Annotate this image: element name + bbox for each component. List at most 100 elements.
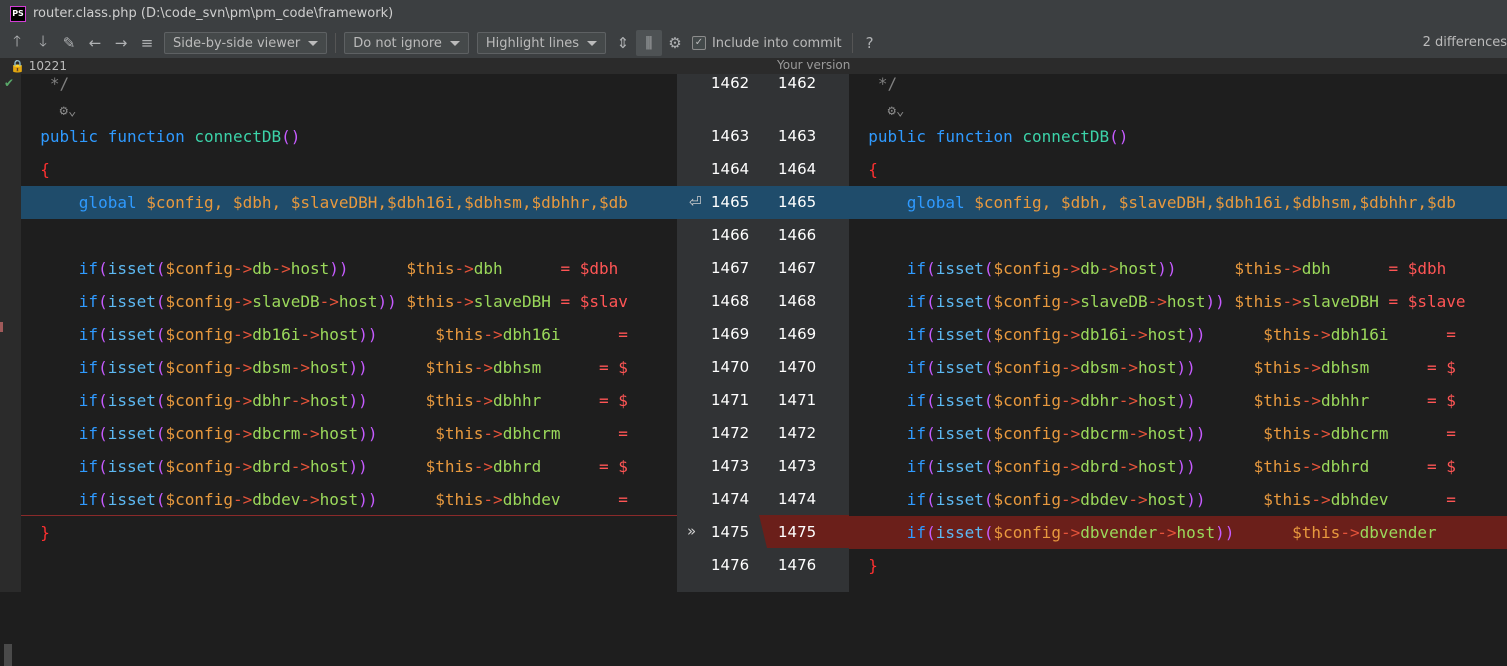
inspection-ok-icon: ✔ <box>4 76 15 90</box>
code-line-if: if(isset($config->db->host)) $this->dbh … <box>906 259 1447 278</box>
code-line: /** <box>21 582 677 592</box>
code-line-if: if(isset($config->dbhr->host)) $this->db… <box>78 391 628 410</box>
settings-gear-icon[interactable]: ⚙ <box>662 30 688 56</box>
keyword-public: public <box>40 127 99 146</box>
left-line-number: 1470 <box>711 358 750 376</box>
paren: () <box>281 127 301 146</box>
keyword-public: public <box>868 127 927 146</box>
code-vision-icon[interactable]: ⚙⌄ <box>888 103 905 119</box>
property-name: dbvender <box>1080 523 1158 542</box>
apply-change-icon[interactable]: ⏎ <box>689 186 702 219</box>
paren: () <box>1109 127 1129 146</box>
revision-number: 10221 <box>28 59 67 73</box>
right-line-number: 1468 <box>778 292 817 310</box>
lock-icon: 🔒 <box>10 59 25 73</box>
left-line-number: 1462 <box>711 74 750 92</box>
close-brace: } <box>40 523 50 542</box>
ignore-label: Do not ignore <box>353 35 442 51</box>
keyword-if: if <box>906 523 927 542</box>
right-line-number: 1469 <box>778 325 817 343</box>
phpstorm-logo-icon: PS <box>10 6 26 22</box>
code-line-if: if(isset($config->slaveDB->host)) $this-… <box>906 292 1466 311</box>
diff-toolbar: 🡑 🡓 ✎ ← → ≡ Side-by-side viewer Do not i… <box>0 28 1507 58</box>
left-line-number: 1465 <box>711 193 750 211</box>
code-line: public function connectDB() <box>849 120 1507 153</box>
left-line-number: 1473 <box>711 457 750 475</box>
right-line-number: 1472 <box>778 424 817 442</box>
next-difference-icon[interactable]: 🡓 <box>30 30 56 56</box>
list-menu-icon[interactable]: ≡ <box>134 30 160 56</box>
global-vars: $config, $dbh, $slaveDBH,$dbh16i,$dbhsm,… <box>974 193 1456 212</box>
revision-label: 🔒 10221 <box>10 58 67 74</box>
change-marker <box>0 322 3 332</box>
checkbox-checked-icon: ✓ <box>691 36 706 50</box>
code-line-if: if(isset($config->dbdev->host)) $this->d… <box>906 490 1456 509</box>
scrollbar-thumb[interactable] <box>4 644 12 666</box>
left-line-number: 1466 <box>711 226 750 244</box>
keyword-isset: isset <box>935 523 984 542</box>
diff-info-bar: 🔒 10221 Your version <box>0 58 1507 74</box>
highlight-mode-dropdown[interactable]: Highlight lines <box>476 32 606 54</box>
right-editor-pane[interactable]: */ ⚙⌄ public function connectDB() { glob… <box>849 74 1507 592</box>
apply-insert-icon[interactable]: » <box>687 515 696 548</box>
close-brace: } <box>868 556 878 575</box>
code-line-if: if(isset($config->db->host)) $this->dbh … <box>78 259 619 278</box>
code-line-changed: global $config, $dbh, $slaveDBH,$dbh16i,… <box>849 186 1507 219</box>
chevron-down-icon <box>308 40 319 46</box>
keyword-function: function <box>935 127 1013 146</box>
viewer-mode-dropdown[interactable]: Side-by-side viewer <box>164 32 328 54</box>
changed-connector <box>677 186 849 219</box>
change-connectors <box>677 186 849 548</box>
right-line-number: 1473 <box>778 457 817 475</box>
left-line-number: 1471 <box>711 391 750 409</box>
left-line-number: 1475 <box>711 523 750 541</box>
left-editor-pane[interactable]: */ ⚙⌄ public function connectDB() { glob… <box>21 74 677 592</box>
forward-arrow-icon[interactable]: → <box>108 30 134 56</box>
include-into-commit-checkbox[interactable]: ✓ Include into commit <box>691 35 842 51</box>
your-version-label: Your version <box>777 58 851 72</box>
left-line-number: 1472 <box>711 424 750 442</box>
code-line-if: if(isset($config->dbrd->host)) $this->db… <box>906 457 1456 476</box>
ignore-whitespace-dropdown[interactable]: Do not ignore <box>344 32 469 54</box>
right-line-number: 1471 <box>778 391 817 409</box>
keyword-global: global <box>78 193 137 212</box>
code-line-if: if(isset($config->dbcrm->host)) $this->d… <box>906 424 1456 443</box>
window-title: router.class.php (D:\code_svn\pm\pm_code… <box>33 6 394 21</box>
right-line-number: 1464 <box>778 160 817 178</box>
right-line-number: 1466 <box>778 226 817 244</box>
previous-difference-icon[interactable]: 🡑 <box>4 30 30 56</box>
right-line-number: 1470 <box>778 358 817 376</box>
target-property: dbvender <box>1359 523 1437 542</box>
help-icon[interactable]: ? <box>857 30 883 56</box>
code-line-if: if(isset($config->db16i->host)) $this->d… <box>906 325 1456 344</box>
chevron-down-icon <box>586 40 597 46</box>
code-vision-icon[interactable]: ⚙⌄ <box>60 103 77 119</box>
code-line-if: if(isset($config->dbsm->host)) $this->db… <box>906 358 1456 377</box>
line-number-gutter: 1462 1462 1463 1463 1464 1464 1465 1465 1466 1466… <box>677 74 849 592</box>
global-vars: $config, $dbh, $slaveDBH,$dbh16i,$dbhsm,… <box>146 193 628 212</box>
keyword-function: function <box>107 127 185 146</box>
code-line: { <box>849 153 1507 186</box>
left-line-number: 1474 <box>711 490 750 508</box>
right-line-number: 1474 <box>778 490 817 508</box>
code-line: public function connectDB() <box>21 120 677 153</box>
comment-end: */ <box>49 74 70 93</box>
right-line-number: 1465 <box>778 193 817 211</box>
keyword-global: global <box>906 193 965 212</box>
code-line-if: if(isset($config->dbcrm->host)) $this->d… <box>78 424 628 443</box>
code-line-if: if(isset($config->slaveDB->host)) $this-… <box>78 292 628 311</box>
edit-source-icon[interactable]: ✎ <box>56 30 82 56</box>
code-line: { <box>21 153 677 186</box>
function-name: connectDB <box>194 127 282 146</box>
sync-scroll-icon[interactable]: ⫼ <box>635 30 662 56</box>
toolbar-separator <box>851 33 853 53</box>
left-line-number: 1467 <box>711 259 750 277</box>
include-into-commit-label: Include into commit <box>711 35 842 51</box>
back-arrow-icon[interactable]: ← <box>82 30 108 56</box>
function-name: connectDB <box>1022 127 1110 146</box>
comment-end: */ <box>877 74 898 93</box>
collapse-unchanged-icon[interactable]: ⇕ <box>610 30 636 56</box>
open-brace: { <box>868 160 878 179</box>
code-line-if: if(isset($config->dbhr->host)) $this->db… <box>906 391 1456 410</box>
